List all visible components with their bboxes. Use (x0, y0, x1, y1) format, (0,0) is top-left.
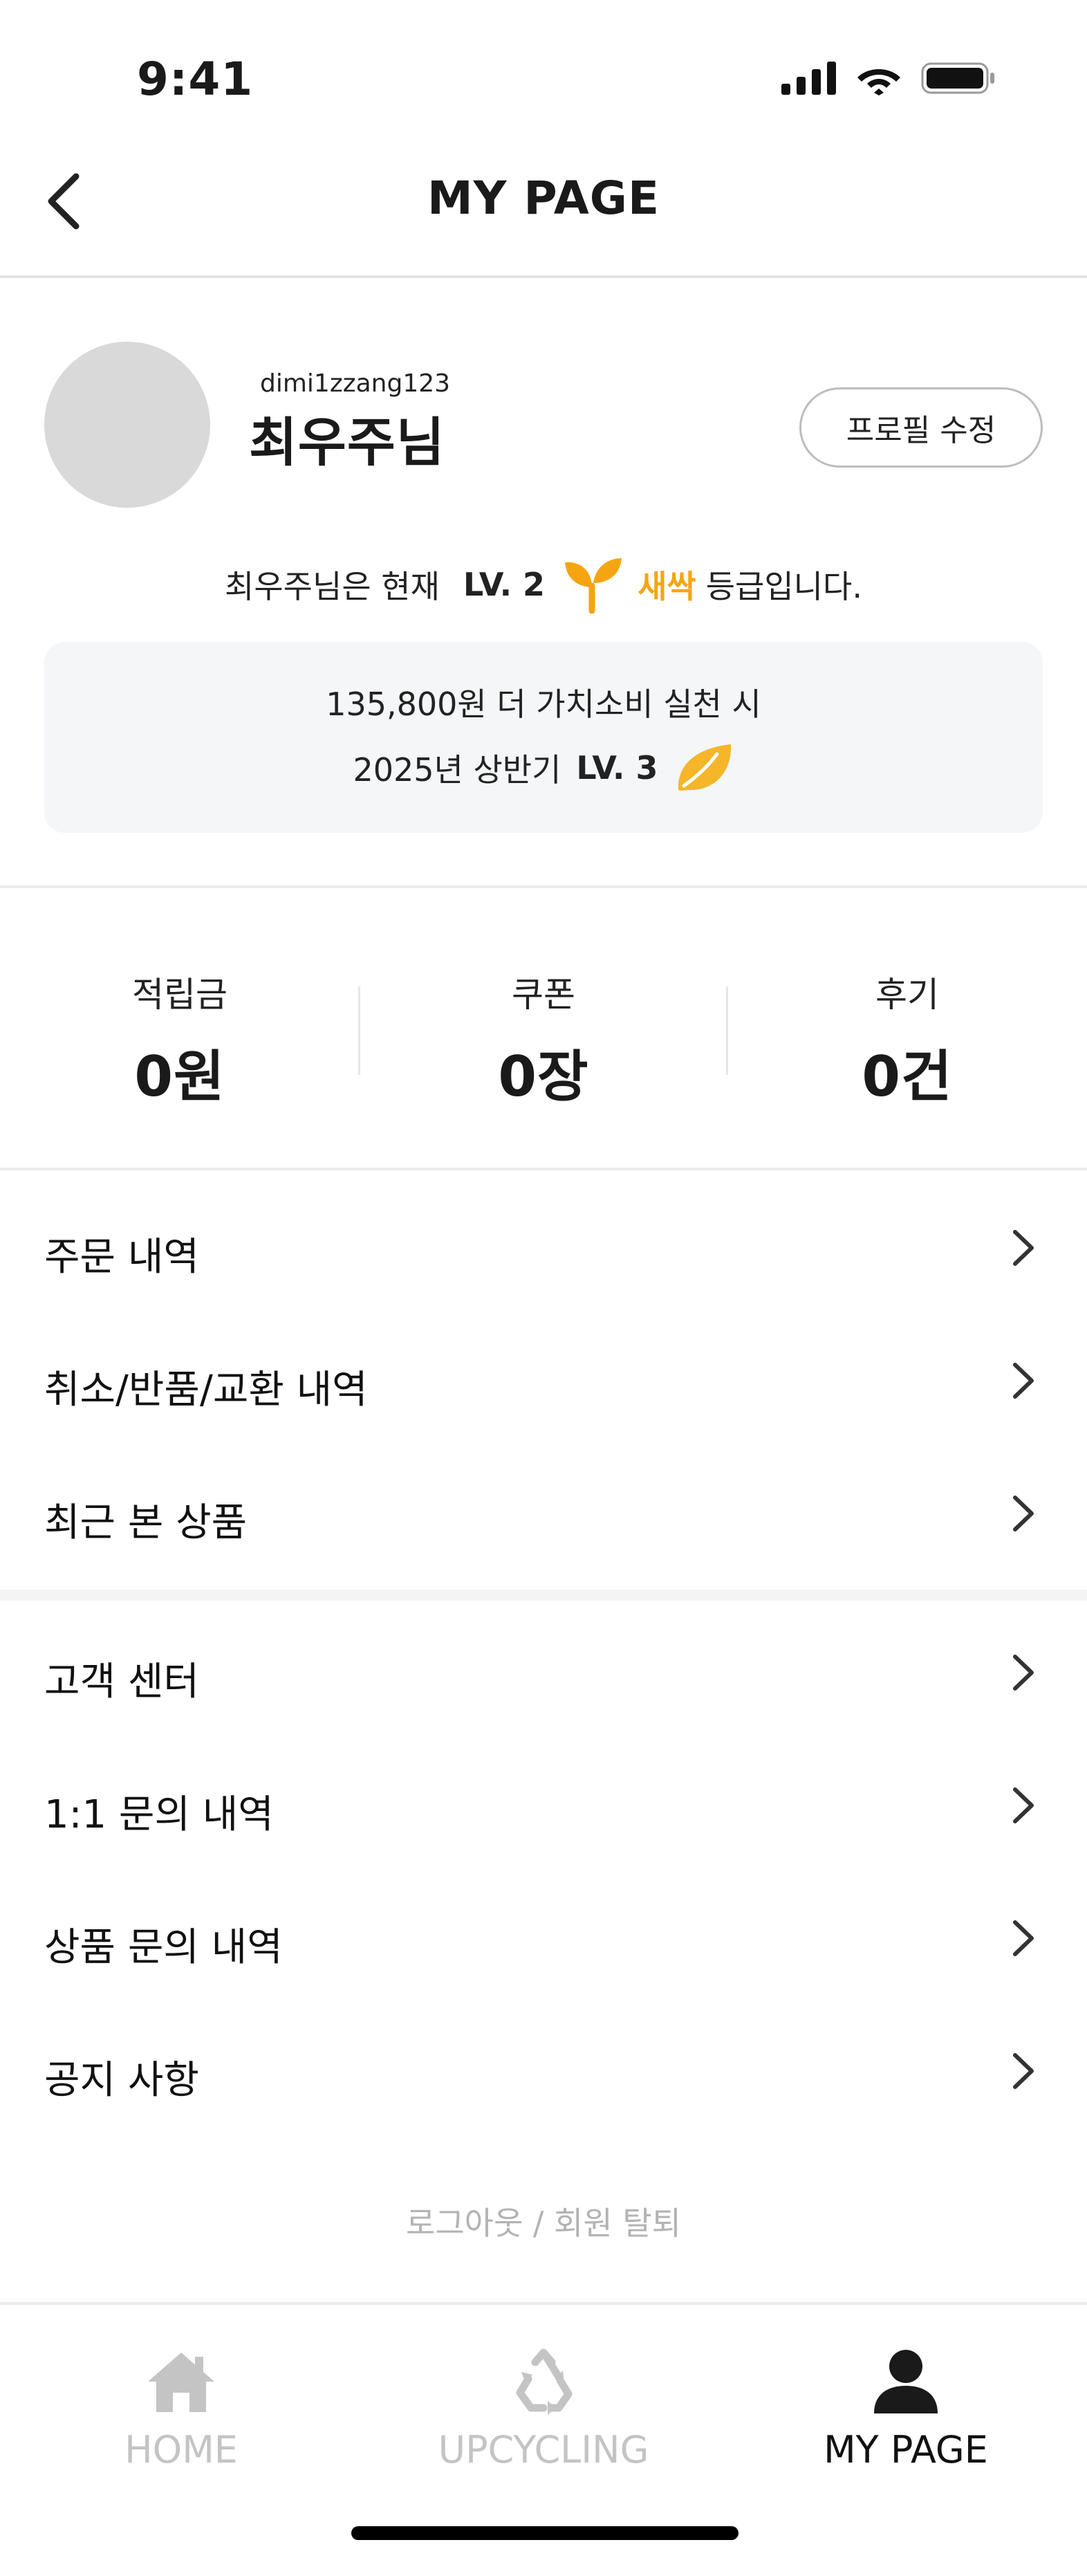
leaf-icon (673, 740, 734, 795)
tab-label: UPCYCLING (438, 2428, 649, 2472)
tab-label: MY PAGE (824, 2428, 988, 2472)
grade-name: 새싹 (638, 568, 696, 605)
stat-value: 0장 (498, 1045, 589, 1109)
status-icons (781, 61, 996, 95)
status-time: 9:41 (137, 53, 254, 106)
menu-item-customer-center[interactable]: 고객 센터 (0, 1606, 1087, 1739)
tab-label: HOME (124, 2428, 238, 2472)
tab-home[interactable]: HOME (0, 2344, 362, 2472)
menu-item-label: 고객 센터 (44, 1659, 199, 1704)
menu-orders: 주문 내역 취소/반품/교환 내역 최근 본 상품 (0, 1181, 1087, 1580)
section-divider (0, 1168, 1087, 1170)
chevron-right-icon (1004, 1360, 1043, 1401)
menu-item-cancel-return-exchange[interactable]: 취소/반품/교환 내역 (0, 1314, 1087, 1447)
home-icon (0, 2344, 362, 2420)
next-level-period: 2025년 상반기 (353, 751, 561, 789)
page-title: MY PAGE (427, 172, 660, 225)
battery-icon (921, 62, 994, 94)
menu-item-product-inquiries[interactable]: 상품 문의 내역 (0, 1872, 1087, 2005)
stat-reviews[interactable]: 후기 0건 (727, 967, 1087, 1112)
chevron-right-icon (1004, 1227, 1043, 1269)
menu-item-label: 주문 내역 (44, 1235, 199, 1280)
stat-value: 0건 (862, 1045, 953, 1109)
next-level-card: 135,800원 더 가치소비 실천 시 2025년 상반기 LV. 3 (44, 642, 1043, 833)
menu-item-order-history[interactable]: 주문 내역 (0, 1181, 1087, 1314)
chevron-right-icon (1004, 1917, 1043, 1959)
menu-item-recently-viewed[interactable]: 최근 본 상품 (0, 1447, 1087, 1580)
menu-item-notices[interactable]: 공지 사항 (0, 2005, 1087, 2137)
chevron-right-icon (1004, 2050, 1043, 2092)
current-level: LV. 2 (463, 566, 546, 603)
chevron-right-icon (1004, 1785, 1043, 1826)
menu-group-divider (0, 1590, 1087, 1601)
person-icon (725, 2344, 1087, 2420)
menu-item-inquiry-history[interactable]: 1:1 문의 내역 (0, 1739, 1087, 1872)
chevron-right-icon (1004, 1493, 1043, 1534)
stat-points[interactable]: 적립금 0원 (0, 967, 360, 1112)
stats-section: 적립금 0원 쿠폰 0장 후기 0건 (0, 890, 1087, 1168)
avatar[interactable] (44, 342, 210, 508)
level-prefix: 최우주님은 현재 (225, 568, 440, 605)
stat-label: 쿠폰 (512, 975, 575, 1015)
menu-item-label: 취소/반품/교환 내역 (44, 1368, 368, 1413)
menu-support: 고객 센터 1:1 문의 내역 상품 문의 내역 공지 사항 (0, 1606, 1087, 2137)
status-bar: 9:41 (0, 0, 1087, 159)
level-suffix: 등급입니다. (705, 568, 862, 605)
logout-withdraw-link[interactable]: 로그아웃 / 회원 탈퇴 (0, 2198, 1087, 2244)
home-indicator (351, 2526, 738, 2540)
stat-coupons[interactable]: 쿠폰 0장 (364, 967, 723, 1112)
user-name: 최우주님 (249, 412, 445, 473)
sprout-icon (560, 553, 626, 616)
level-info: 최우주님은 현재 LV. 2 새싹 등급입니다. (0, 553, 1087, 616)
tab-my-page[interactable]: MY PAGE (725, 2344, 1087, 2472)
next-level-requirement: 135,800원 더 가치소비 실천 시 (326, 686, 761, 723)
edit-profile-button[interactable]: 프로필 수정 (799, 387, 1043, 468)
section-divider (0, 885, 1087, 888)
profile-section: dimi1zzang123 최우주님 프로필 수정 최우주님은 현재 LV. 2… (0, 281, 1087, 887)
chevron-right-icon (1004, 1652, 1043, 1693)
tab-upcycling[interactable]: UPCYCLING (362, 2344, 725, 2472)
stat-label: 후기 (875, 975, 939, 1015)
menu-item-label: 1:1 문의 내역 (44, 1792, 274, 1837)
user-id: dimi1zzang123 (260, 369, 451, 398)
next-level: LV. 3 (576, 749, 658, 786)
next-level-target: 2025년 상반기 LV. 3 (44, 740, 1043, 795)
stat-label: 적립금 (132, 975, 227, 1015)
wifi-icon (857, 69, 900, 95)
stat-value: 0원 (134, 1045, 225, 1109)
menu-item-label: 공지 사항 (44, 2058, 199, 2103)
recycle-icon (362, 2344, 725, 2420)
menu-item-label: 최근 본 상품 (44, 1500, 248, 1545)
cellular-signal-icon (781, 62, 836, 95)
stat-separator (358, 986, 360, 1075)
menu-item-label: 상품 문의 내역 (44, 1925, 283, 1970)
